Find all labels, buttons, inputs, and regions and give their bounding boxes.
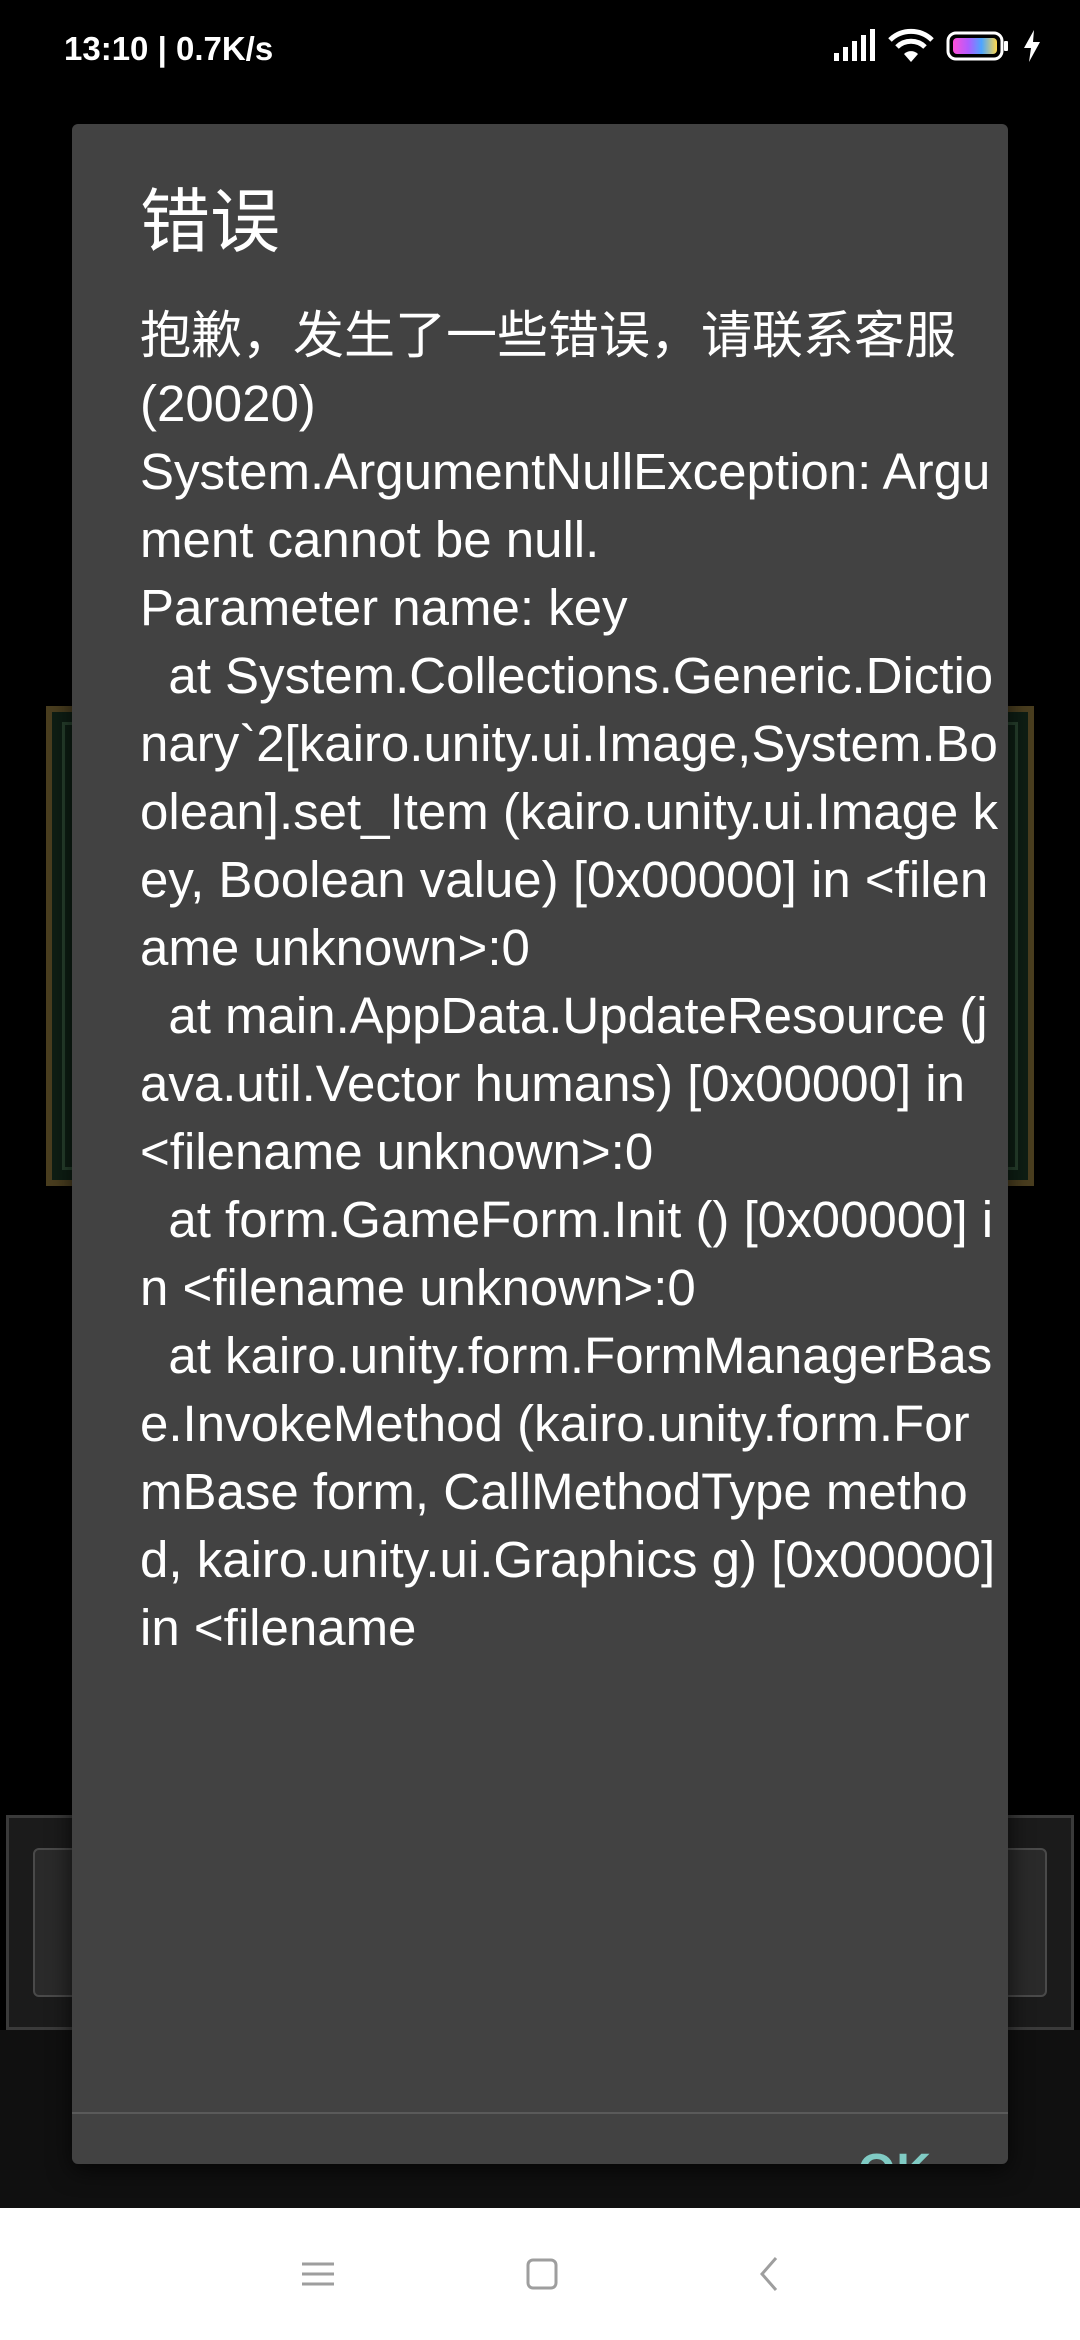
status-bar: 13:10 | 0.7K/s <box>0 0 1080 100</box>
dialog-divider <box>72 2112 1008 2114</box>
charging-icon <box>1024 30 1040 62</box>
wifi-icon <box>888 28 934 62</box>
dialog-title: 错误 <box>140 183 280 261</box>
back-icon[interactable] <box>748 2252 792 2296</box>
status-time-speed: 13:10 | 0.7K/s <box>64 30 274 67</box>
dialog-message: 抱歉，发生了一些错误，请联系客服(20020) System.ArgumentN… <box>140 307 998 1656</box>
signal-icon <box>834 29 875 61</box>
error-dialog: 错误 抱歉，发生了一些错误，请联系客服(20020) System.Argume… <box>72 124 1008 2164</box>
menu-icon[interactable] <box>296 2252 340 2296</box>
navigation-bar <box>0 2208 1080 2340</box>
ok-button[interactable]: OK <box>858 2144 932 2164</box>
status-icons <box>832 28 1042 64</box>
battery-icon <box>946 31 1008 61</box>
dialog-message-scroll[interactable]: 抱歉，发生了一些错误，请联系客服(20020) System.ArgumentN… <box>140 302 1000 2114</box>
home-icon[interactable] <box>520 2252 564 2296</box>
